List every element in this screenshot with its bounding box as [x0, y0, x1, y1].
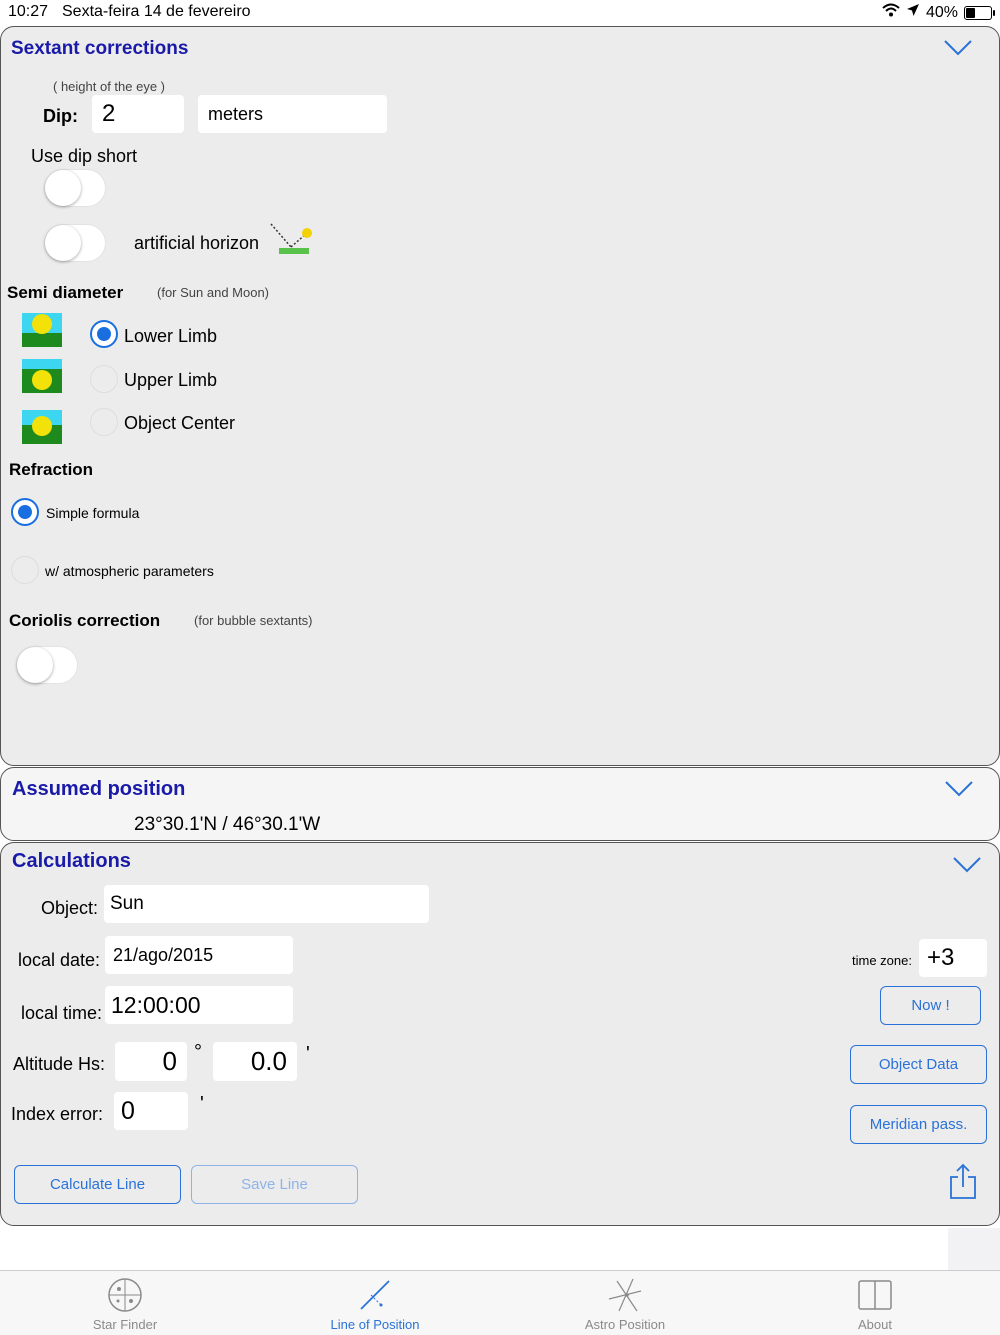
share-icon[interactable] — [948, 1163, 978, 1206]
atmospheric-parameters-label: w/ atmospheric parameters — [45, 563, 214, 579]
tab-about[interactable]: About — [775, 1271, 975, 1335]
battery-icon — [964, 5, 995, 20]
artificial-horizon-icon — [269, 221, 317, 262]
chevron-down-icon[interactable] — [952, 856, 982, 874]
index-error-label: Index error: — [11, 1104, 104, 1124]
status-date: Sexta-feira 14 de fevereiro — [62, 3, 251, 20]
location-arrow-icon — [906, 3, 920, 22]
altitude-degrees-field[interactable] — [115, 1042, 187, 1081]
altitude-minutes-field[interactable] — [213, 1042, 297, 1081]
tab-line-of-position-label: Line of Position — [330, 1317, 420, 1332]
dip-label: Dip: — [43, 106, 78, 126]
use-dip-short-label: Use dip short — [31, 146, 138, 166]
time-zone-field[interactable] — [919, 939, 987, 977]
assumed-position-title: Assumed position — [12, 778, 186, 800]
refraction-title: Refraction — [9, 460, 94, 479]
index-error-field[interactable] — [114, 1092, 188, 1130]
sextant-corrections-title: Sextant corrections — [11, 38, 189, 59]
coriolis-title: Coriolis correction — [9, 611, 161, 630]
tab-line-of-position[interactable]: Line of Position — [275, 1271, 475, 1335]
tab-star-finder-label: Star Finder — [92, 1317, 158, 1332]
minute-symbol: ' — [306, 1043, 310, 1065]
local-time-label: local time: — [21, 1003, 103, 1023]
object-center-label: Object Center — [124, 413, 236, 433]
object-field[interactable] — [104, 885, 429, 923]
atmospheric-parameters-radio[interactable] — [11, 556, 39, 584]
local-time-field[interactable] — [105, 986, 293, 1024]
tab-astro-position-label: Astro Position — [584, 1317, 666, 1332]
semi-diameter-title: Semi diameter — [7, 283, 124, 302]
tab-bar: Star Finder Line of Position Astro Posit… — [0, 1270, 1000, 1335]
upper-limb-radio[interactable] — [90, 365, 118, 393]
altitude-label: Altitude Hs: — [13, 1054, 106, 1074]
dip-unit-field[interactable] — [198, 95, 387, 133]
star-finder-icon — [107, 1277, 143, 1313]
calculations-panel: Calculations Object: local date: time zo… — [0, 842, 1000, 1226]
calculate-line-button[interactable]: Calculate Line — [14, 1165, 181, 1204]
time-zone-label: time zone: — [852, 953, 912, 968]
use-dip-short-toggle[interactable] — [44, 169, 106, 207]
assumed-position-value: 23°30.1'N / 46°30.1'W — [134, 814, 321, 835]
object-center-radio[interactable] — [90, 408, 118, 436]
battery-percent: 40% — [925, 3, 958, 21]
object-label: Object: — [41, 898, 99, 918]
coriolis-note: (for bubble sextants) — [194, 613, 313, 628]
artificial-horizon-toggle[interactable] — [44, 224, 106, 262]
save-line-button[interactable]: Save Line — [191, 1165, 358, 1204]
line-of-position-icon — [357, 1277, 393, 1313]
status-bar: 10:27 Sexta-feira 14 de fevereiro 40% — [0, 0, 1000, 26]
chevron-down-icon[interactable] — [944, 780, 974, 798]
object-data-button[interactable]: Object Data — [850, 1045, 987, 1084]
status-time: 10:27 — [8, 3, 49, 20]
local-date-label: local date: — [18, 950, 101, 970]
index-error-minute-symbol: ' — [200, 1093, 204, 1115]
sextant-corrections-panel: Sextant corrections ( height of the eye … — [0, 26, 1000, 766]
wifi-icon — [882, 3, 900, 22]
artificial-horizon-label: artificial horizon — [134, 233, 260, 253]
lower-limb-radio[interactable] — [90, 320, 118, 348]
upper-limb-image — [22, 359, 62, 393]
book-icon — [857, 1277, 893, 1313]
tab-star-finder[interactable]: Star Finder — [25, 1271, 225, 1335]
lower-limb-image — [22, 313, 62, 347]
coriolis-toggle[interactable] — [16, 646, 78, 684]
meridian-pass-button[interactable]: Meridian pass. — [850, 1105, 987, 1144]
object-center-image — [22, 410, 62, 444]
chevron-down-icon[interactable] — [943, 39, 973, 57]
semi-diameter-note: (for Sun and Moon) — [157, 285, 270, 300]
dip-input[interactable] — [92, 95, 184, 133]
calculations-title: Calculations — [12, 850, 131, 872]
local-date-field[interactable] — [105, 936, 293, 974]
astro-position-icon — [607, 1277, 643, 1313]
tab-about-label: About — [858, 1317, 892, 1332]
upper-limb-label: Upper Limb — [124, 370, 218, 390]
tab-astro-position[interactable]: Astro Position — [525, 1271, 725, 1335]
status-right: 40% — [882, 3, 995, 22]
simple-formula-label: Simple formula — [46, 505, 140, 521]
degree-symbol: ° — [194, 1041, 202, 1063]
scroll-edge — [948, 1228, 1000, 1270]
now-button[interactable]: Now ! — [880, 986, 981, 1025]
dip-hint: ( height of the eye ) — [53, 79, 166, 94]
simple-formula-radio[interactable] — [11, 498, 39, 526]
lower-limb-label: Lower Limb — [124, 326, 218, 346]
assumed-position-panel[interactable]: Assumed position 23°30.1'N / 46°30.1'W — [0, 767, 1000, 841]
